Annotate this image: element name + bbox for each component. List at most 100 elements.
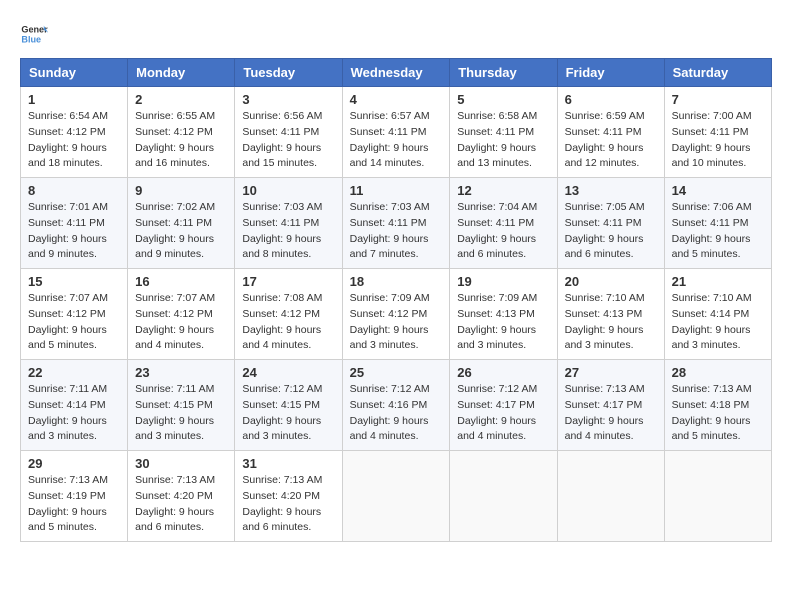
daylight-label: Daylight: 9 hours and 4 minutes. xyxy=(135,324,214,352)
daylight-label: Daylight: 9 hours and 9 minutes. xyxy=(28,233,107,261)
sunset-label: Sunset: 4:20 PM xyxy=(135,490,213,502)
day-number: 13 xyxy=(565,183,657,198)
day-info: Sunrise: 7:08 AM Sunset: 4:12 PM Dayligh… xyxy=(242,291,334,354)
header-sunday: Sunday xyxy=(21,59,128,87)
day-number: 28 xyxy=(672,365,764,380)
calendar-header-row: SundayMondayTuesdayWednesdayThursdayFrid… xyxy=(21,59,772,87)
daylight-label: Daylight: 9 hours and 3 minutes. xyxy=(672,324,751,352)
day-info: Sunrise: 6:57 AM Sunset: 4:11 PM Dayligh… xyxy=(350,109,443,172)
calendar-cell: 28 Sunrise: 7:13 AM Sunset: 4:18 PM Dayl… xyxy=(664,360,771,451)
day-number: 25 xyxy=(350,365,443,380)
calendar-cell: 3 Sunrise: 6:56 AM Sunset: 4:11 PM Dayli… xyxy=(235,87,342,178)
calendar-cell: 21 Sunrise: 7:10 AM Sunset: 4:14 PM Dayl… xyxy=(664,269,771,360)
daylight-label: Daylight: 9 hours and 6 minutes. xyxy=(135,506,214,534)
day-info: Sunrise: 6:54 AM Sunset: 4:12 PM Dayligh… xyxy=(28,109,120,172)
sunrise-label: Sunrise: 7:00 AM xyxy=(672,110,752,122)
week-row-4: 22 Sunrise: 7:11 AM Sunset: 4:14 PM Dayl… xyxy=(21,360,772,451)
day-info: Sunrise: 7:05 AM Sunset: 4:11 PM Dayligh… xyxy=(565,200,657,263)
day-info: Sunrise: 7:07 AM Sunset: 4:12 PM Dayligh… xyxy=(135,291,227,354)
sunset-label: Sunset: 4:11 PM xyxy=(565,126,642,138)
calendar-cell: 27 Sunrise: 7:13 AM Sunset: 4:17 PM Dayl… xyxy=(557,360,664,451)
sunrise-label: Sunrise: 7:10 AM xyxy=(565,292,645,304)
sunrise-label: Sunrise: 6:55 AM xyxy=(135,110,215,122)
daylight-label: Daylight: 9 hours and 3 minutes. xyxy=(350,324,429,352)
daylight-label: Daylight: 9 hours and 4 minutes. xyxy=(565,415,644,443)
calendar-cell: 19 Sunrise: 7:09 AM Sunset: 4:13 PM Dayl… xyxy=(450,269,557,360)
sunrise-label: Sunrise: 7:07 AM xyxy=(28,292,108,304)
day-info: Sunrise: 7:03 AM Sunset: 4:11 PM Dayligh… xyxy=(242,200,334,263)
calendar-cell: 14 Sunrise: 7:06 AM Sunset: 4:11 PM Dayl… xyxy=(664,178,771,269)
day-info: Sunrise: 7:12 AM Sunset: 4:17 PM Dayligh… xyxy=(457,382,549,445)
day-info: Sunrise: 7:13 AM Sunset: 4:20 PM Dayligh… xyxy=(135,473,227,536)
sunset-label: Sunset: 4:11 PM xyxy=(565,217,642,229)
day-info: Sunrise: 7:13 AM Sunset: 4:18 PM Dayligh… xyxy=(672,382,764,445)
sunset-label: Sunset: 4:11 PM xyxy=(242,217,319,229)
sunrise-label: Sunrise: 7:11 AM xyxy=(28,383,107,395)
calendar-cell: 5 Sunrise: 6:58 AM Sunset: 4:11 PM Dayli… xyxy=(450,87,557,178)
daylight-label: Daylight: 9 hours and 6 minutes. xyxy=(242,506,321,534)
sunrise-label: Sunrise: 7:07 AM xyxy=(135,292,215,304)
day-number: 5 xyxy=(457,92,549,107)
sunrise-label: Sunrise: 7:04 AM xyxy=(457,201,537,213)
daylight-label: Daylight: 9 hours and 10 minutes. xyxy=(672,142,751,170)
day-info: Sunrise: 6:59 AM Sunset: 4:11 PM Dayligh… xyxy=(565,109,657,172)
calendar-cell: 31 Sunrise: 7:13 AM Sunset: 4:20 PM Dayl… xyxy=(235,451,342,542)
day-number: 15 xyxy=(28,274,120,289)
day-number: 3 xyxy=(242,92,334,107)
day-info: Sunrise: 7:13 AM Sunset: 4:20 PM Dayligh… xyxy=(242,473,334,536)
daylight-label: Daylight: 9 hours and 9 minutes. xyxy=(135,233,214,261)
day-number: 20 xyxy=(565,274,657,289)
week-row-5: 29 Sunrise: 7:13 AM Sunset: 4:19 PM Dayl… xyxy=(21,451,772,542)
daylight-label: Daylight: 9 hours and 4 minutes. xyxy=(350,415,429,443)
sunset-label: Sunset: 4:17 PM xyxy=(565,399,643,411)
daylight-label: Daylight: 9 hours and 4 minutes. xyxy=(457,415,536,443)
sunset-label: Sunset: 4:11 PM xyxy=(242,126,319,138)
logo: General Blue xyxy=(20,20,52,48)
day-number: 10 xyxy=(242,183,334,198)
logo-icon: General Blue xyxy=(20,20,48,48)
header-friday: Friday xyxy=(557,59,664,87)
day-info: Sunrise: 7:09 AM Sunset: 4:13 PM Dayligh… xyxy=(457,291,549,354)
day-info: Sunrise: 7:12 AM Sunset: 4:16 PM Dayligh… xyxy=(350,382,443,445)
day-number: 16 xyxy=(135,274,227,289)
calendar-cell: 26 Sunrise: 7:12 AM Sunset: 4:17 PM Dayl… xyxy=(450,360,557,451)
calendar-cell xyxy=(664,451,771,542)
sunrise-label: Sunrise: 7:13 AM xyxy=(242,474,322,486)
sunset-label: Sunset: 4:12 PM xyxy=(350,308,428,320)
sunset-label: Sunset: 4:14 PM xyxy=(28,399,106,411)
day-info: Sunrise: 7:07 AM Sunset: 4:12 PM Dayligh… xyxy=(28,291,120,354)
day-number: 14 xyxy=(672,183,764,198)
calendar-cell: 24 Sunrise: 7:12 AM Sunset: 4:15 PM Dayl… xyxy=(235,360,342,451)
day-number: 2 xyxy=(135,92,227,107)
day-number: 17 xyxy=(242,274,334,289)
sunrise-label: Sunrise: 7:09 AM xyxy=(457,292,537,304)
sunset-label: Sunset: 4:11 PM xyxy=(457,217,534,229)
calendar-cell: 4 Sunrise: 6:57 AM Sunset: 4:11 PM Dayli… xyxy=(342,87,450,178)
calendar: SundayMondayTuesdayWednesdayThursdayFrid… xyxy=(20,58,772,542)
daylight-label: Daylight: 9 hours and 3 minutes. xyxy=(135,415,214,443)
sunrise-label: Sunrise: 6:56 AM xyxy=(242,110,322,122)
calendar-cell: 13 Sunrise: 7:05 AM Sunset: 4:11 PM Dayl… xyxy=(557,178,664,269)
daylight-label: Daylight: 9 hours and 18 minutes. xyxy=(28,142,107,170)
calendar-cell: 23 Sunrise: 7:11 AM Sunset: 4:15 PM Dayl… xyxy=(128,360,235,451)
sunset-label: Sunset: 4:13 PM xyxy=(565,308,643,320)
sunrise-label: Sunrise: 7:13 AM xyxy=(28,474,108,486)
daylight-label: Daylight: 9 hours and 3 minutes. xyxy=(457,324,536,352)
daylight-label: Daylight: 9 hours and 6 minutes. xyxy=(457,233,536,261)
daylight-label: Daylight: 9 hours and 3 minutes. xyxy=(28,415,107,443)
day-number: 24 xyxy=(242,365,334,380)
calendar-cell: 29 Sunrise: 7:13 AM Sunset: 4:19 PM Dayl… xyxy=(21,451,128,542)
week-row-1: 1 Sunrise: 6:54 AM Sunset: 4:12 PM Dayli… xyxy=(21,87,772,178)
day-info: Sunrise: 7:11 AM Sunset: 4:15 PM Dayligh… xyxy=(135,382,227,445)
day-number: 18 xyxy=(350,274,443,289)
sunset-label: Sunset: 4:20 PM xyxy=(242,490,320,502)
day-number: 29 xyxy=(28,456,120,471)
daylight-label: Daylight: 9 hours and 12 minutes. xyxy=(565,142,644,170)
day-number: 6 xyxy=(565,92,657,107)
header-monday: Monday xyxy=(128,59,235,87)
sunset-label: Sunset: 4:12 PM xyxy=(242,308,320,320)
day-info: Sunrise: 7:11 AM Sunset: 4:14 PM Dayligh… xyxy=(28,382,120,445)
calendar-cell: 15 Sunrise: 7:07 AM Sunset: 4:12 PM Dayl… xyxy=(21,269,128,360)
sunset-label: Sunset: 4:15 PM xyxy=(242,399,320,411)
day-info: Sunrise: 7:10 AM Sunset: 4:13 PM Dayligh… xyxy=(565,291,657,354)
